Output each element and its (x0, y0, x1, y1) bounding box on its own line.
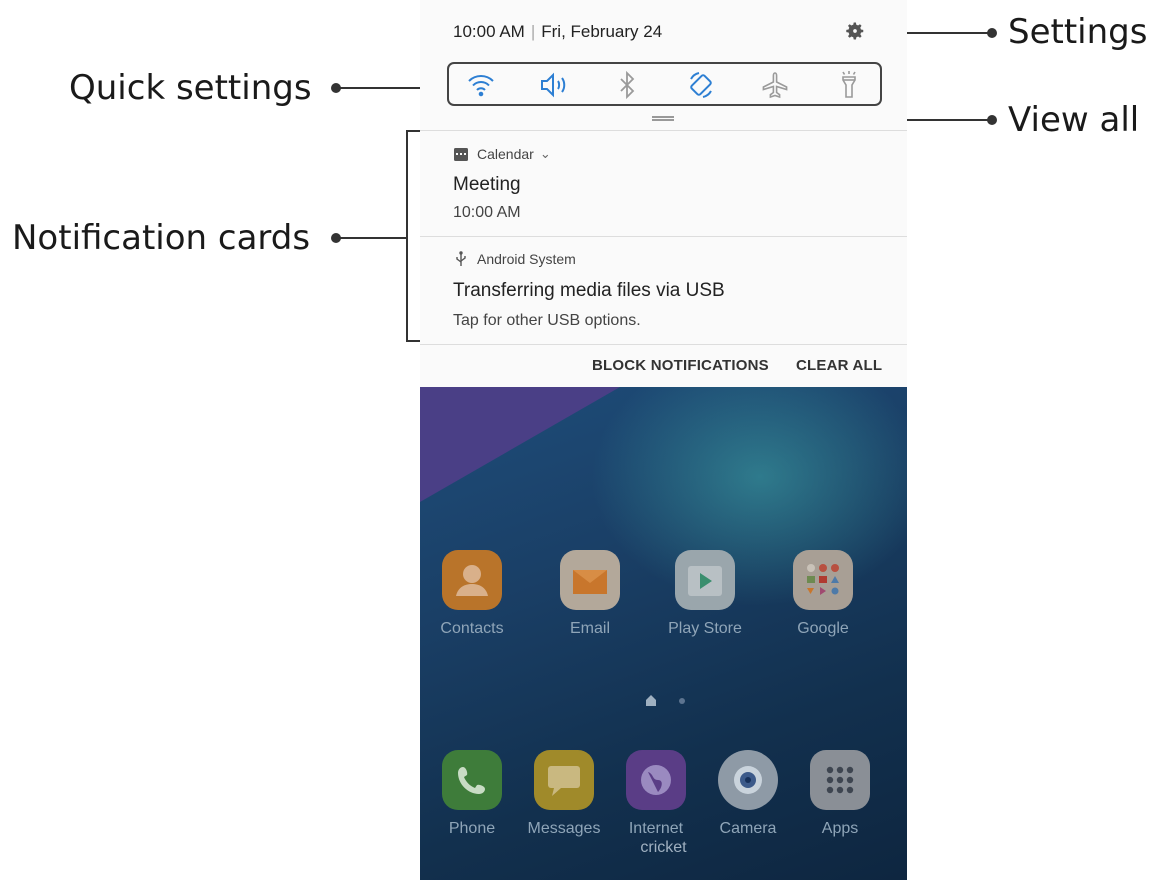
block-notifications-button[interactable]: BLOCK NOTIFICATIONS (592, 357, 769, 374)
app-label: Apps (821, 820, 859, 837)
app-label: Camera (719, 820, 777, 837)
auto-rotate-icon[interactable] (685, 69, 717, 101)
email-icon (560, 550, 620, 610)
flashlight-icon[interactable] (833, 69, 865, 101)
calendar-icon (454, 148, 468, 161)
gear-icon[interactable] (844, 20, 866, 42)
notification-app-row: Calendar ⌄ (453, 146, 551, 162)
messages-icon (534, 750, 594, 810)
app-internet[interactable]: Internet (616, 750, 696, 838)
status-row: 10:00 AM | Fri, February 24 (453, 22, 662, 42)
notification-app-name: Android System (477, 251, 576, 267)
annotation-settings: Settings (1008, 12, 1148, 52)
airplane-mode-icon[interactable] (759, 69, 791, 101)
carrier-label: cricket (640, 839, 687, 856)
app-contacts[interactable]: Contacts (432, 550, 512, 638)
app-label: Contacts (440, 620, 504, 637)
quick-settings-bar (447, 62, 882, 106)
app-label: Play Store (668, 620, 742, 637)
notification-subtitle: Tap for other USB options. (453, 312, 641, 329)
annotation-notification-cards: Notification cards (12, 218, 311, 258)
sound-icon[interactable] (537, 69, 569, 101)
card-divider (420, 344, 907, 345)
annotation-view-all: View all (1008, 100, 1140, 140)
clear-all-button[interactable]: CLEAR ALL (796, 357, 882, 374)
app-google-folder[interactable]: Google (783, 550, 863, 638)
notification-app-row: Android System (453, 251, 576, 267)
app-email[interactable]: Email (550, 550, 630, 638)
notification-cards-bracket (406, 130, 408, 342)
app-label: Messages (527, 820, 601, 837)
page-indicator (642, 692, 692, 713)
notification-app-name: Calendar (477, 146, 534, 162)
notification-cards-bracket-top (406, 130, 420, 132)
chevron-down-icon[interactable]: ⌄ (540, 146, 551, 162)
panel-divider (420, 130, 907, 131)
contacts-icon (442, 550, 502, 610)
play-store-icon (675, 550, 735, 610)
phone-screen: 10:00 AM | Fri, February 24 Calendar ⌄ M… (420, 0, 907, 880)
phone-icon (442, 750, 502, 810)
app-apps-drawer[interactable]: Apps (800, 750, 880, 838)
apps-grid-icon (810, 750, 870, 810)
notification-cards-bracket-bottom (406, 340, 420, 342)
app-label: Internet (628, 820, 684, 837)
view-all-handle[interactable] (652, 116, 674, 121)
bluetooth-icon[interactable] (611, 69, 643, 101)
google-folder-icon (793, 550, 853, 610)
notification-title[interactable]: Meeting (453, 174, 521, 196)
card-divider (420, 236, 907, 237)
app-camera[interactable]: Camera (708, 750, 788, 838)
status-separator: | (530, 22, 536, 41)
internet-icon (626, 750, 686, 810)
notification-panel: 10:00 AM | Fri, February 24 Calendar ⌄ M… (420, 0, 907, 387)
app-play-store[interactable]: Play Store (665, 550, 745, 638)
app-label: Email (569, 620, 610, 637)
camera-icon (718, 750, 778, 810)
annotation-quick-settings: Quick settings (69, 68, 312, 108)
wifi-icon[interactable] (465, 69, 497, 101)
app-messages[interactable]: Messages (524, 750, 604, 838)
notification-subtitle: 10:00 AM (453, 204, 521, 221)
notification-title[interactable]: Transferring media files via USB (453, 280, 725, 302)
app-label: Phone (448, 820, 496, 837)
status-time: 10:00 AM (453, 22, 525, 41)
home-screen: Contacts Email Play Store Google Phone M… (420, 387, 907, 880)
usb-icon (456, 251, 466, 266)
app-phone[interactable]: Phone (432, 750, 512, 838)
status-date: Fri, February 24 (541, 22, 663, 41)
app-label: Google (797, 620, 849, 637)
notification-cards-pointer-line (336, 237, 408, 239)
